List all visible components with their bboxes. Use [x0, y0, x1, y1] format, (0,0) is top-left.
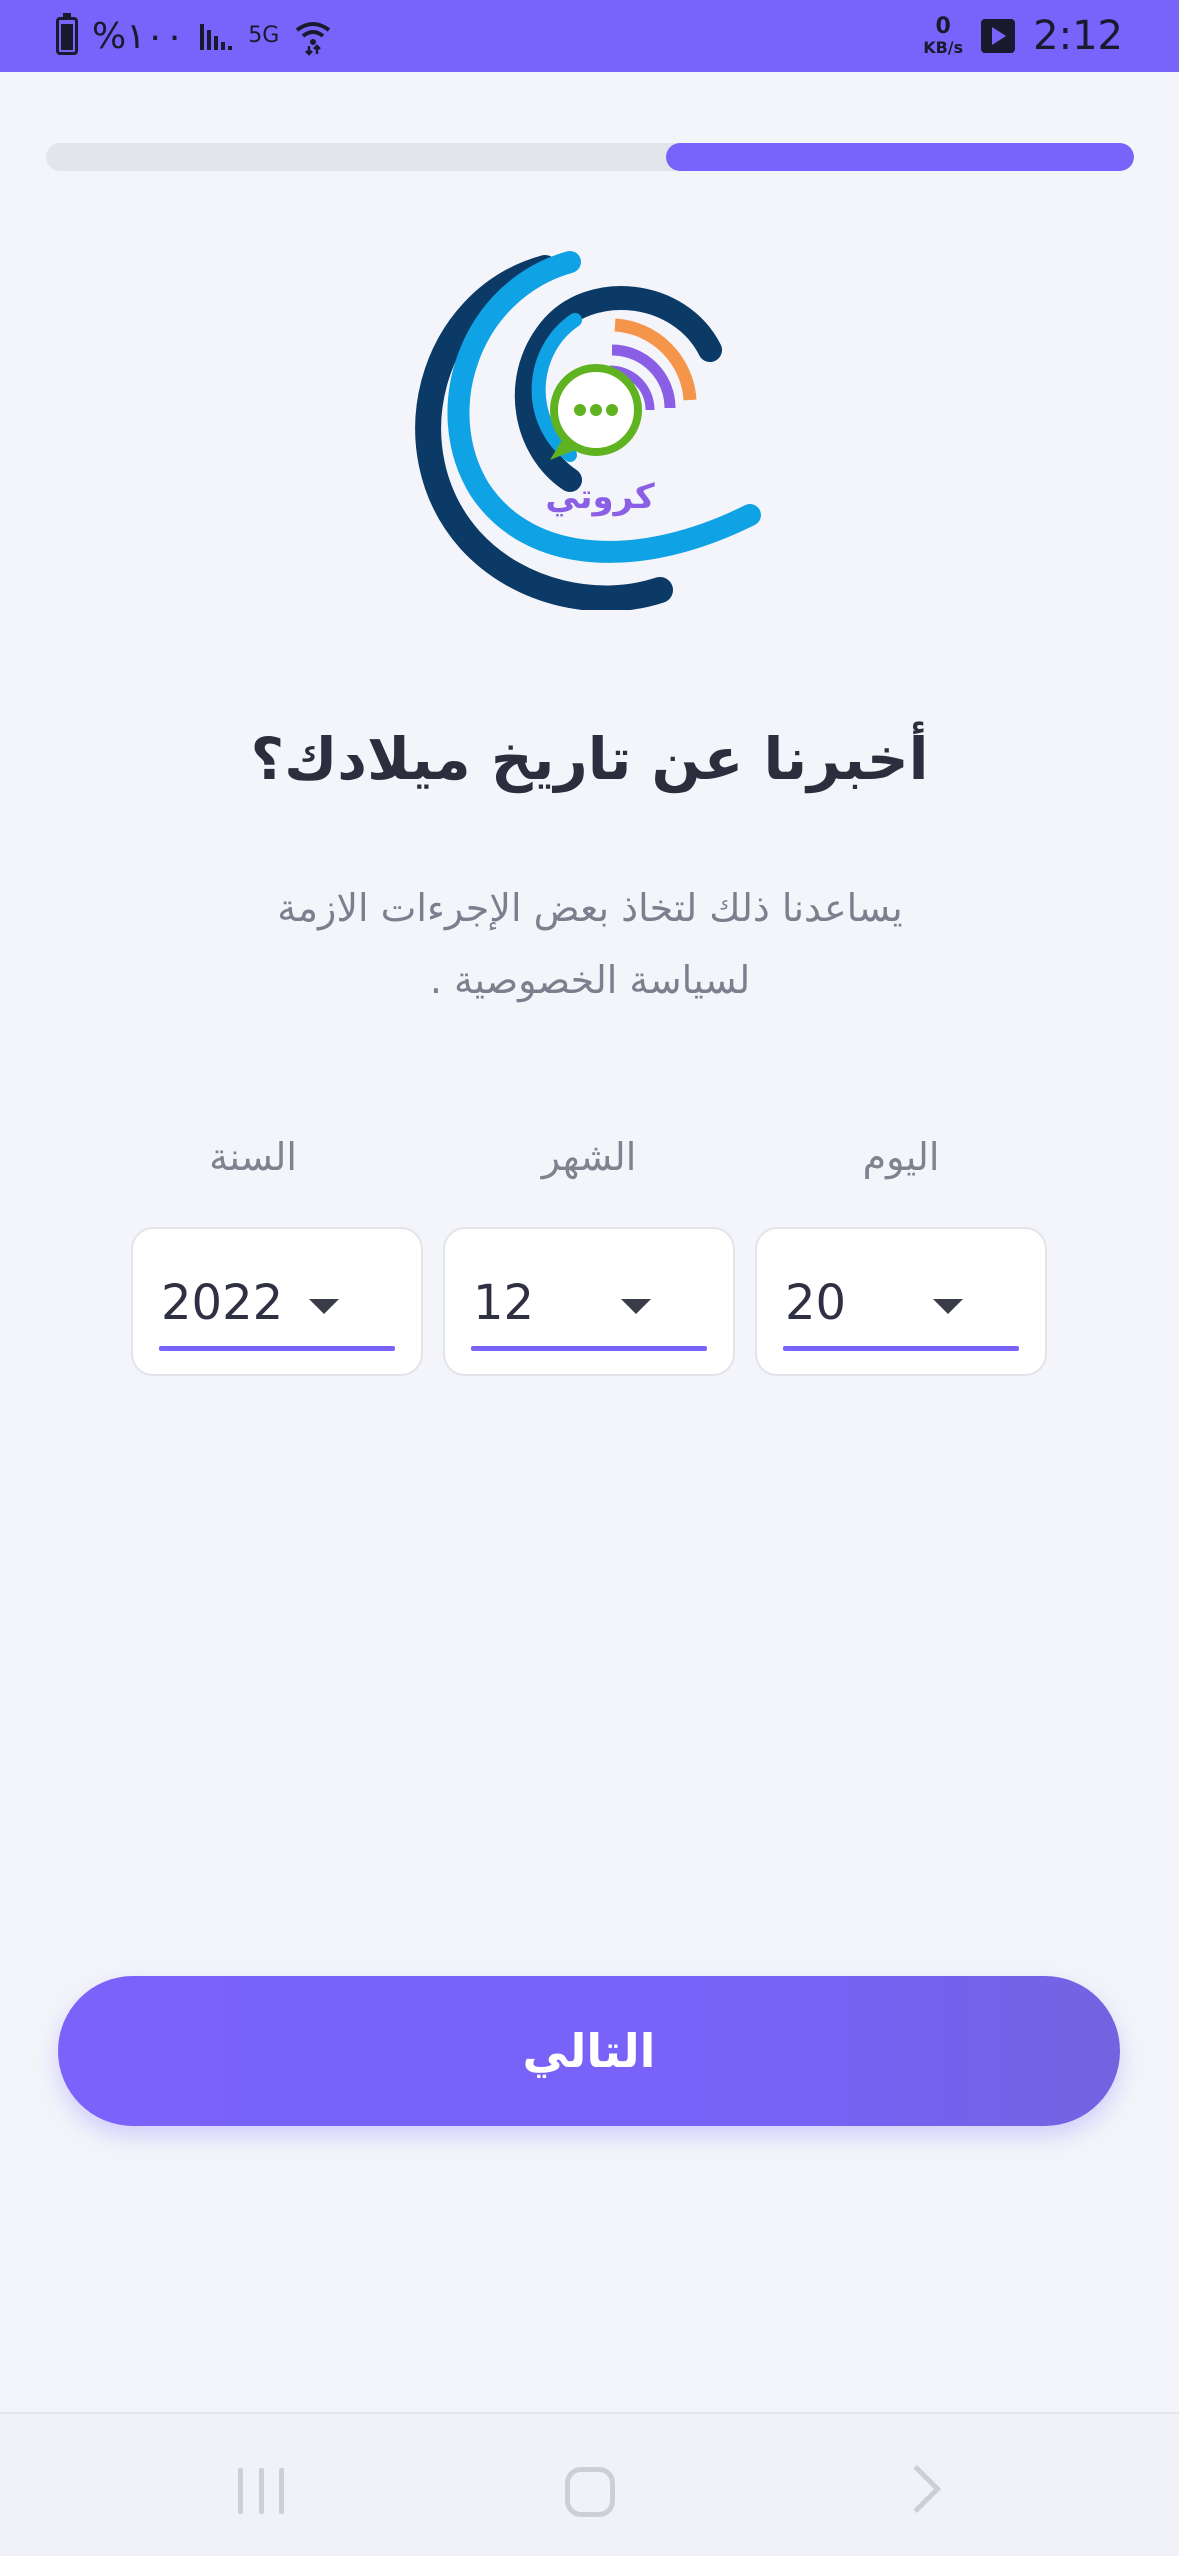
subtitle-line-1: يساعدنا ذلك لتخاذ بعض الإجرءات الازمة	[277, 886, 903, 930]
status-left: %١٠٠ 5G	[56, 13, 333, 58]
system-nav-bar	[0, 2414, 1179, 2556]
recent-apps-icon[interactable]	[238, 2468, 284, 2514]
page-subtitle: يساعدنا ذلك لتخاذ بعض الإجرءات الازمة لس…	[200, 872, 980, 1016]
home-icon[interactable]	[565, 2467, 615, 2517]
day-select[interactable]: 20	[755, 1227, 1047, 1376]
app-logo: كروتي	[415, 251, 761, 610]
dropdown-caret-icon	[309, 1299, 339, 1314]
year-label: السنة	[209, 1135, 297, 1179]
progress-fill	[666, 143, 1134, 171]
year-select[interactable]: 2022	[131, 1227, 423, 1376]
month-underline	[471, 1346, 707, 1351]
day-label: اليوم	[862, 1135, 940, 1179]
network-speed-value: 0	[935, 14, 951, 40]
year-value: 2022	[161, 1275, 284, 1331]
day-underline	[783, 1346, 1019, 1351]
battery-percent: %١٠٠	[92, 15, 185, 57]
wifi-icon	[296, 22, 331, 56]
next-button[interactable]: التالي	[58, 1976, 1120, 2126]
network-speed-unit: KB/s	[923, 38, 964, 58]
page-title: أخبرنا عن تاريخ ميلادك؟	[250, 725, 929, 793]
dropdown-caret-icon	[933, 1299, 963, 1314]
month-select[interactable]: 12	[443, 1227, 735, 1376]
status-bar: %١٠٠ 5G 0 KB/s 2:12	[0, 0, 1179, 72]
play-icon	[981, 19, 1016, 53]
signal-icon	[200, 24, 233, 50]
subtitle-line-2: لسياسة الخصوصية .	[429, 958, 751, 1002]
dropdown-caret-icon	[621, 1299, 651, 1314]
battery-icon	[56, 13, 78, 55]
status-right: 0 KB/s 2:12	[923, 13, 1123, 59]
logo-text: كروتي	[545, 477, 654, 517]
month-value: 12	[473, 1275, 535, 1331]
back-icon[interactable]	[892, 2464, 942, 2514]
day-value: 20	[785, 1275, 847, 1331]
network-speed: 0 KB/s	[923, 14, 964, 58]
progress-bar	[46, 143, 1134, 171]
month-label: الشهر	[541, 1135, 637, 1179]
network-type-label: 5G	[248, 23, 280, 48]
status-time: 2:12	[1033, 13, 1123, 59]
year-underline	[159, 1346, 395, 1351]
